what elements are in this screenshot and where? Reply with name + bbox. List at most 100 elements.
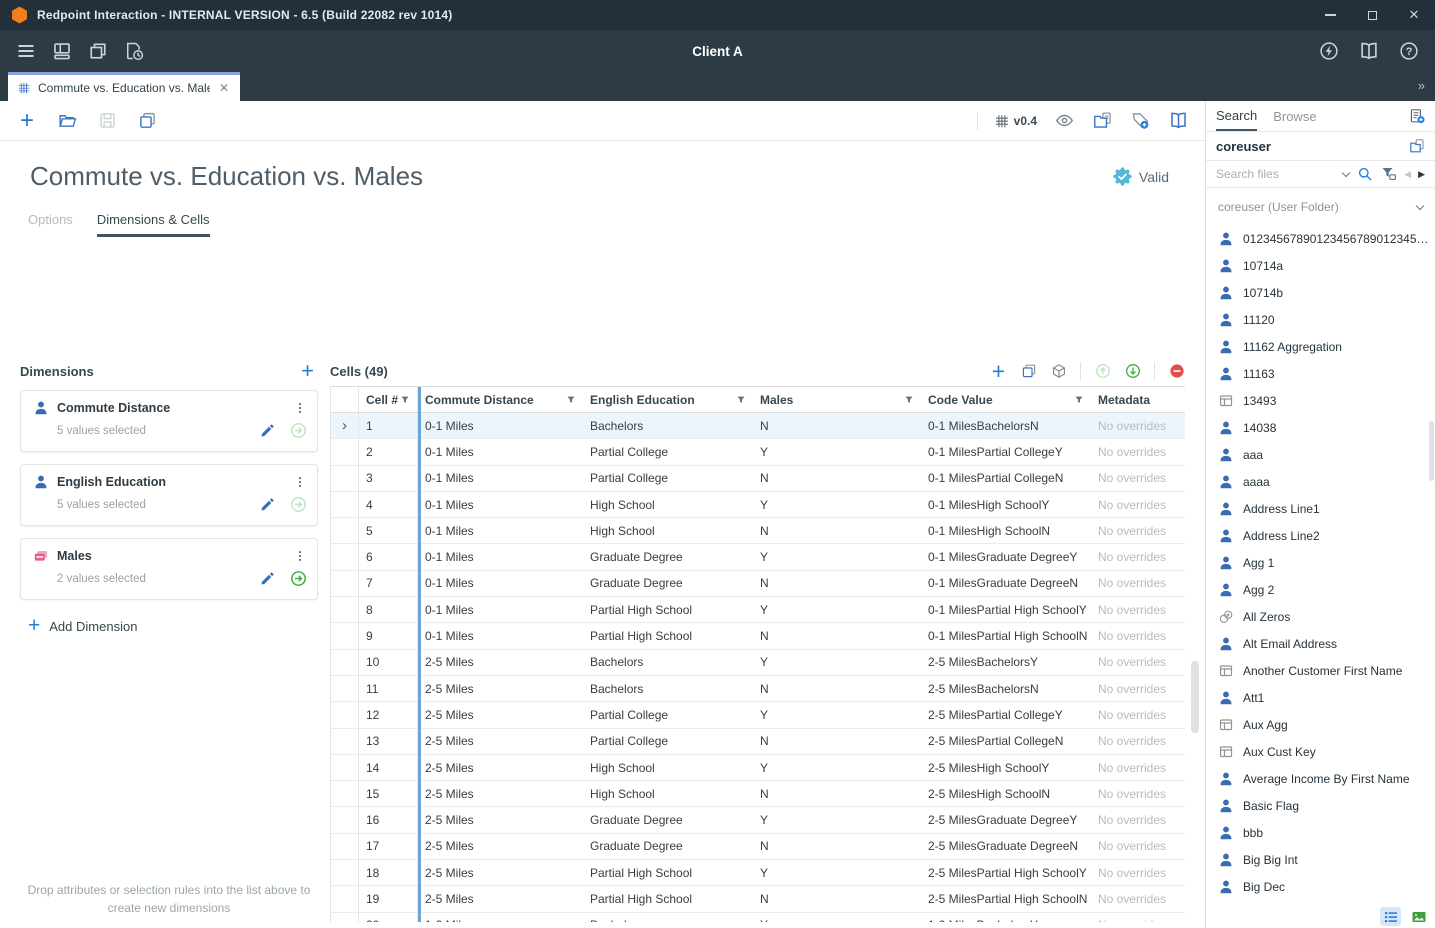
add-cell-button[interactable]: + — [990, 363, 1007, 380]
file-list-item[interactable]: Basic Flag — [1206, 792, 1435, 819]
table-row[interactable]: 12 2-5 Miles Partial College Y 2-5 Miles… — [331, 702, 1185, 728]
remove-cell-button[interactable] — [1168, 363, 1185, 380]
file-list-item[interactable]: Agg 1 — [1206, 549, 1435, 576]
table-row[interactable]: 8 0-1 Miles Partial High School Y 0-1 Mi… — [331, 597, 1185, 623]
edit-pencil-icon[interactable] — [260, 497, 275, 512]
move-up-button[interactable] — [1094, 363, 1111, 380]
copy-cells-button[interactable] — [1020, 363, 1037, 380]
table-row[interactable]: 15 2-5 Miles High School N 2-5 MilesHigh… — [331, 781, 1185, 807]
row-expand-cell[interactable] — [331, 492, 359, 517]
document-tab[interactable]: Commute vs. Education vs. Males ✕ — [8, 72, 240, 101]
file-list-item[interactable]: Aux Agg — [1206, 711, 1435, 738]
filter-icon[interactable] — [1074, 395, 1084, 405]
generate-cells-button[interactable] — [1050, 363, 1067, 380]
dimension-card[interactable]: Commute Distance 5 values selected — [20, 390, 318, 452]
table-row[interactable]: 18 2-5 Miles Partial High School Y 2-5 M… — [331, 860, 1185, 886]
column-header-males[interactable]: Males — [753, 387, 921, 412]
chevron-down-icon[interactable] — [1342, 168, 1350, 176]
dimension-card[interactable]: English Education 5 values selected — [20, 464, 318, 526]
table-row[interactable]: 4 0-1 Miles High School Y 0-1 MilesHigh … — [331, 492, 1185, 518]
row-expand-cell[interactable] — [331, 781, 359, 806]
row-expand-cell[interactable]: › — [331, 413, 359, 438]
file-list-item[interactable]: aaa — [1206, 441, 1435, 468]
table-row[interactable]: › 1 0-1 Miles Bachelors N 0-1 MilesBache… — [331, 413, 1185, 439]
add-dimension-button[interactable]: + Add Dimension — [20, 618, 318, 634]
search-input[interactable]: Search files — [1216, 167, 1336, 181]
edit-pencil-icon[interactable] — [260, 571, 275, 586]
file-list-item[interactable]: 0123456789012345678901234567890123456789 — [1206, 225, 1435, 252]
row-expand-cell[interactable] — [331, 650, 359, 675]
file-list-item[interactable]: Big Big Int — [1206, 846, 1435, 873]
table-row[interactable]: 13 2-5 Miles Partial College N 2-5 Miles… — [331, 729, 1185, 755]
move-down-button[interactable] — [1124, 363, 1141, 380]
table-row[interactable]: 16 2-5 Miles Graduate Degree Y 2-5 Miles… — [331, 807, 1185, 833]
search-button[interactable] — [1356, 166, 1373, 183]
file-list-item[interactable]: Address Line1 — [1206, 495, 1435, 522]
dimension-card[interactable]: Males 2 values selected — [20, 538, 318, 600]
table-row[interactable]: 11 2-5 Miles Bachelors N 2-5 MilesBachel… — [331, 676, 1185, 702]
folder-section-header[interactable]: coreuser (User Folder) — [1206, 192, 1435, 222]
table-row[interactable]: 20 1-2 Miles Bachelors Y 1-2 MilesBachel… — [331, 913, 1185, 922]
row-expand-cell[interactable] — [331, 755, 359, 780]
row-expand-cell[interactable] — [331, 597, 359, 622]
row-expand-cell[interactable] — [331, 571, 359, 596]
close-button[interactable]: ✕ — [1393, 0, 1435, 30]
kebab-menu-icon[interactable] — [293, 548, 307, 564]
new-file-button[interactable] — [1408, 108, 1425, 125]
row-expand-cell[interactable] — [331, 729, 359, 754]
folder-document-button[interactable] — [1091, 110, 1113, 132]
column-header-commute[interactable]: Commute Distance — [418, 387, 583, 412]
apply-arrow-icon[interactable] — [290, 570, 307, 587]
table-scrollbar-thumb[interactable] — [1191, 661, 1199, 733]
file-list-item[interactable]: 11163 — [1206, 360, 1435, 387]
row-expand-cell[interactable] — [331, 518, 359, 543]
tab-overflow-chevron[interactable]: » — [1418, 78, 1425, 93]
tags-button[interactable] — [1129, 110, 1151, 132]
prev-arrow-icon[interactable]: ◀ — [1404, 169, 1411, 180]
filter-icon[interactable] — [400, 395, 410, 405]
tab-browse[interactable]: Browse — [1273, 101, 1316, 131]
row-expand-cell[interactable] — [331, 702, 359, 727]
file-list-item[interactable]: 11162 Aggregation — [1206, 333, 1435, 360]
file-list-item[interactable]: 14038 — [1206, 414, 1435, 441]
file-list-item[interactable]: All Zeros — [1206, 603, 1435, 630]
tab-dimensions-cells[interactable]: Dimensions & Cells — [97, 212, 210, 237]
file-list-item[interactable]: 11120 — [1206, 306, 1435, 333]
file-list-item[interactable]: 10714a — [1206, 252, 1435, 279]
apply-arrow-icon[interactable] — [290, 422, 307, 439]
file-list-item[interactable]: 10714b — [1206, 279, 1435, 306]
table-row[interactable]: 14 2-5 Miles High School Y 2-5 MilesHigh… — [331, 755, 1185, 781]
add-dimension-plus-button[interactable]: + — [301, 362, 318, 380]
kebab-menu-icon[interactable] — [293, 400, 307, 416]
kebab-menu-icon[interactable] — [293, 474, 307, 490]
file-list-item[interactable]: 13493 — [1206, 387, 1435, 414]
table-row[interactable]: 2 0-1 Miles Partial College Y 0-1 MilesP… — [331, 439, 1185, 465]
minimize-button[interactable] — [1309, 0, 1351, 30]
row-expand-cell[interactable] — [331, 834, 359, 859]
file-list-item[interactable]: Average Income By First Name — [1206, 765, 1435, 792]
recent-files-button[interactable] — [122, 39, 146, 63]
file-list-item[interactable]: aaaa — [1206, 468, 1435, 495]
apply-arrow-icon[interactable] — [290, 496, 307, 513]
table-row[interactable]: 5 0-1 Miles High School N 0-1 MilesHigh … — [331, 518, 1185, 544]
filter-icon[interactable] — [736, 395, 746, 405]
row-expand-cell[interactable] — [331, 544, 359, 569]
folder-copy-button[interactable] — [1408, 138, 1425, 155]
row-expand-cell[interactable] — [331, 676, 359, 701]
connection-status-button[interactable] — [1317, 39, 1341, 63]
row-expand-cell[interactable] — [331, 466, 359, 491]
row-expand-cell[interactable] — [331, 860, 359, 885]
clear-filter-button[interactable] — [1380, 166, 1397, 183]
column-header-code-value[interactable]: Code Value — [921, 387, 1091, 412]
save-as-button[interactable] — [136, 110, 158, 132]
filter-icon[interactable] — [904, 395, 914, 405]
files-button[interactable] — [86, 39, 110, 63]
documentation-button[interactable] — [1357, 39, 1381, 63]
user-folder-field[interactable]: coreuser — [1206, 132, 1435, 161]
tab-options[interactable]: Options — [28, 212, 73, 237]
file-list-item[interactable]: Att1 — [1206, 684, 1435, 711]
tab-close-icon[interactable]: ✕ — [217, 81, 231, 95]
file-list-item[interactable]: Aux Cust Key — [1206, 738, 1435, 765]
sidebar-scrollbar-thumb[interactable] — [1429, 421, 1434, 481]
thumbnail-view-button[interactable] — [1408, 907, 1429, 926]
